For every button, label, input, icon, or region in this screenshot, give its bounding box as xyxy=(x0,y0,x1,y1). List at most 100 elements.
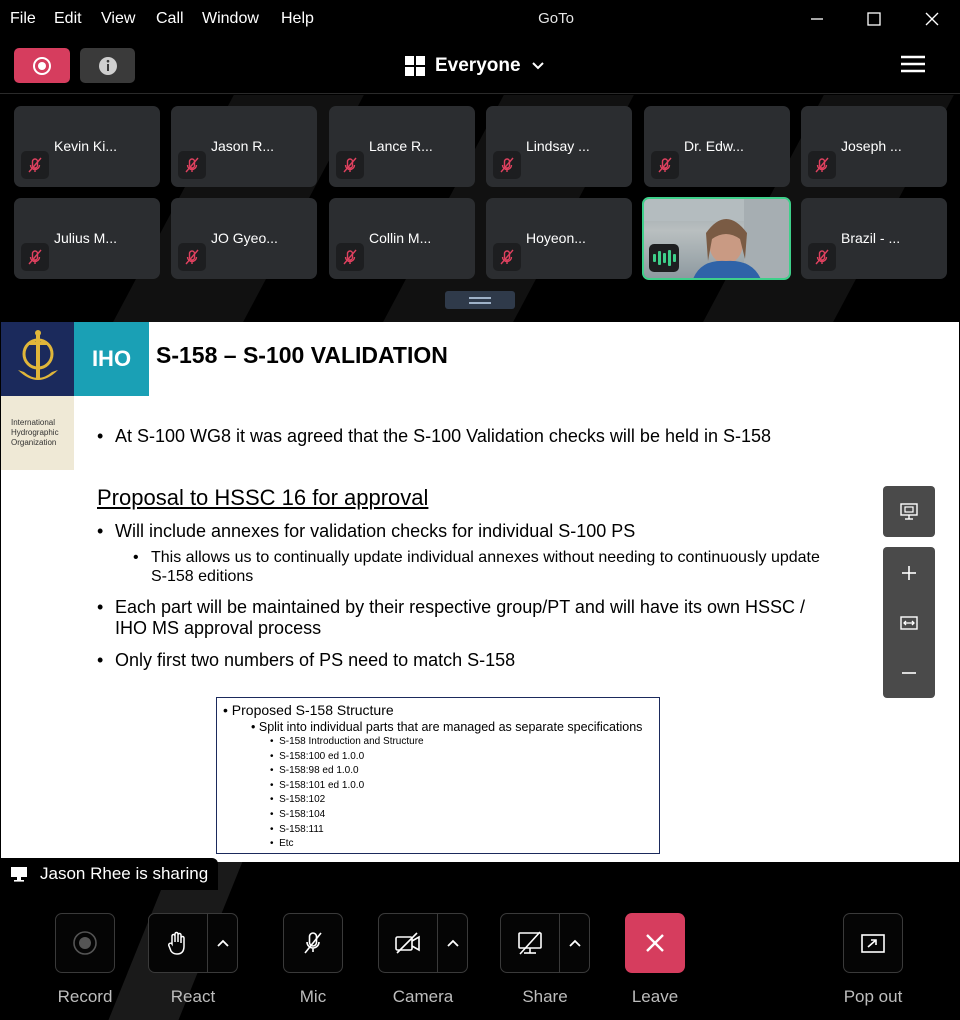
chevron-up-icon xyxy=(447,939,459,947)
mic-muted-icon xyxy=(336,243,364,271)
speaking-indicator-icon xyxy=(649,244,679,272)
participant-tile[interactable]: Julius M... xyxy=(14,198,160,279)
structure-item: • S-158:111 xyxy=(270,823,324,835)
mic-muted-icon xyxy=(493,243,521,271)
fit-width-button[interactable] xyxy=(883,603,935,643)
plus-icon xyxy=(902,566,916,580)
bullet-text: IHO MS approval process xyxy=(115,618,322,638)
pop-out-button[interactable] xyxy=(843,913,903,973)
participant-tile[interactable]: Kevin Ki... xyxy=(14,106,160,187)
close-icon xyxy=(646,934,664,952)
grid-resize-handle[interactable] xyxy=(445,291,515,309)
camera-button[interactable] xyxy=(378,913,468,973)
react-button[interactable] xyxy=(148,913,238,973)
record-icon xyxy=(73,931,97,955)
iho-logo: IHO xyxy=(74,322,149,396)
structure-subheading: • Split into individual parts that are m… xyxy=(251,720,643,734)
structure-item: • S-158 Introduction and Structure xyxy=(270,736,424,747)
record-button[interactable] xyxy=(55,913,115,973)
zoom-out-button[interactable] xyxy=(883,653,935,693)
embedded-structure-box: • Proposed S-158 Structure • Split into … xyxy=(216,697,660,854)
mic-muted-icon xyxy=(808,243,836,271)
section-heading: Proposal to HSSC 16 for approval xyxy=(97,485,429,510)
grid-view-icon xyxy=(405,56,425,76)
structure-item: • S-158:104 xyxy=(270,808,326,820)
participant-name: Lindsay ... xyxy=(526,138,590,154)
mic-muted-icon xyxy=(808,151,836,179)
org-line: Organization xyxy=(11,438,57,447)
menu-edit[interactable]: Edit xyxy=(54,10,82,28)
structure-item: • S-158:98 ed 1.0.0 xyxy=(270,765,359,777)
participant-tile[interactable]: Jason R... xyxy=(171,106,317,187)
slide-sub-bullet: • This allows us to continually update i… xyxy=(133,549,820,585)
participant-tile[interactable]: JO Gyeo... xyxy=(171,198,317,279)
participant-name: Brazil - ... xyxy=(841,230,901,246)
minimize-icon xyxy=(811,18,823,20)
participant-name: Kevin Ki... xyxy=(54,138,118,154)
menu-file[interactable]: File xyxy=(10,10,36,28)
participant-name: JO Gyeo... xyxy=(211,230,278,246)
react-options-button[interactable] xyxy=(207,914,237,972)
mic-off-icon xyxy=(304,932,322,954)
leave-button[interactable] xyxy=(625,913,685,973)
sharing-banner: Jason Rhee is sharing xyxy=(0,858,218,890)
chevron-up-icon xyxy=(217,939,229,947)
menu-view[interactable]: View xyxy=(101,10,135,28)
sub-bullet-text: This allows us to continually update ind… xyxy=(151,549,820,566)
slide-bullet: • Each part will be maintained by their … xyxy=(97,597,806,638)
close-window-button[interactable] xyxy=(909,4,955,34)
leave-label: Leave xyxy=(631,987,679,1006)
participant-name: Dr. Edw... xyxy=(684,138,744,154)
menu-window[interactable]: Window xyxy=(202,10,259,28)
minus-icon xyxy=(902,672,916,674)
fit-screen-button[interactable] xyxy=(883,486,935,537)
org-line: International xyxy=(11,418,56,427)
recording-button[interactable] xyxy=(14,48,70,83)
hamburger-menu-icon xyxy=(901,55,925,73)
maximize-icon xyxy=(867,12,881,26)
mic-muted-icon xyxy=(178,243,206,271)
view-selector[interactable]: Everyone xyxy=(405,52,545,80)
org-line: Hydrographic xyxy=(11,428,59,437)
participant-tile-video[interactable] xyxy=(642,197,791,280)
mic-button[interactable] xyxy=(283,913,343,973)
participant-tile[interactable]: Hoyeon... xyxy=(486,198,632,279)
chevron-down-icon xyxy=(531,62,544,70)
minimize-button[interactable] xyxy=(794,4,840,34)
participant-tile[interactable]: Brazil - ... xyxy=(801,198,947,279)
participant-name: Hoyeon... xyxy=(526,230,586,246)
view-selector-label: Everyone xyxy=(435,55,521,76)
participant-name: Collin M... xyxy=(369,230,432,246)
structure-item: • Etc xyxy=(270,838,294,850)
slide-bullet: • At S-100 WG8 it was agreed that the S-1… xyxy=(97,426,772,446)
structure-heading: • Proposed S-158 Structure xyxy=(223,702,394,718)
structure-item: • S-158:101 ed 1.0.0 xyxy=(270,779,365,791)
participant-tile[interactable]: Lance R... xyxy=(329,106,475,187)
participant-tile[interactable]: Lindsay ... xyxy=(486,106,632,187)
participant-name: Julius M... xyxy=(54,230,118,246)
camera-options-button[interactable] xyxy=(437,914,467,972)
main-menu-button[interactable] xyxy=(900,54,930,78)
bullet-text: Will include annexes for validation chec… xyxy=(115,521,636,541)
participant-name: Lance R... xyxy=(369,138,433,154)
share-options-button[interactable] xyxy=(559,914,589,972)
participant-tile[interactable]: Dr. Edw... xyxy=(644,106,790,187)
sub-bullet-text: S-158 editions xyxy=(151,568,254,585)
mic-muted-icon xyxy=(336,151,364,179)
info-button[interactable] xyxy=(80,48,135,83)
share-button[interactable] xyxy=(500,913,590,973)
bullet-text: Each part will be maintained by their re… xyxy=(115,597,806,617)
app-title: GoTo xyxy=(538,10,574,27)
menu-help[interactable]: Help xyxy=(281,10,314,28)
menu-call[interactable]: Call xyxy=(156,10,184,28)
maximize-button[interactable] xyxy=(851,4,897,34)
bullet-text: Only first two numbers of PS need to mat… xyxy=(115,650,516,670)
zoom-in-button[interactable] xyxy=(883,553,935,593)
participant-tile[interactable]: Joseph ... xyxy=(801,106,947,187)
participant-tile[interactable]: Collin M... xyxy=(329,198,475,279)
participant-name: Joseph ... xyxy=(841,138,902,154)
organization-name: International Hydrographic Organization xyxy=(1,396,74,470)
zoom-controls xyxy=(883,547,935,698)
pop-out-label: Pop out xyxy=(843,987,903,1006)
participant-grid: Kevin Ki... Jason R... Lance R... Lindsa… xyxy=(0,95,960,322)
